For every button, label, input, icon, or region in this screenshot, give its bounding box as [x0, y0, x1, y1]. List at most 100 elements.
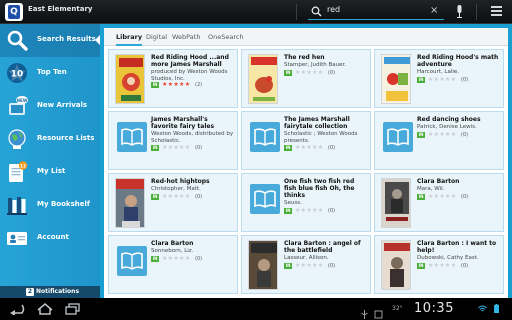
result-card[interactable]: Red-hot hightops Christopher, Matt. IN ★… — [108, 173, 238, 232]
result-meta: IN ★★★★★ (2) — [151, 81, 237, 88]
rating-stars: ★★★★★ — [428, 76, 457, 83]
tab-onesearch[interactable]: OneSearch — [208, 33, 244, 41]
availability-badge: IN — [284, 208, 292, 214]
home-icon[interactable] — [36, 303, 54, 315]
active-tab-indicator — [116, 44, 142, 46]
rating-stars: ★★★★★ — [295, 262, 324, 269]
notifications-bar[interactable]: 2 Notifications — [0, 286, 100, 298]
clock: 10:35 — [414, 301, 454, 316]
sidebar-item-label: Resource Lists — [37, 134, 95, 142]
sidebar-item-new-arrivals[interactable]: NEW New Arrivals — [0, 90, 100, 123]
review-count: (0) — [328, 70, 336, 76]
result-meta: IN ★★★★★ (0) — [284, 207, 370, 214]
back-icon[interactable] — [8, 303, 26, 315]
rating-stars: ★★★★★ — [428, 262, 457, 269]
tab-library[interactable]: Library — [116, 33, 142, 41]
notification-icon — [374, 304, 383, 319]
results-grid: Red Riding Hood ...and more James Marsha… — [108, 49, 504, 298]
availability-badge: IN — [284, 145, 292, 151]
generic-book-icon — [383, 122, 413, 152]
result-author: Stamper, Judith Bauer. — [284, 62, 347, 68]
action-bar: Q East Elementary red × — [0, 0, 512, 24]
result-title[interactable]: Red-hot hightops — [151, 178, 235, 185]
app-logo[interactable]: Q — [5, 3, 23, 21]
availability-badge: IN — [284, 263, 292, 269]
result-card[interactable]: Red Riding Hood's math adventure Harcour… — [374, 49, 504, 108]
sidebar-item-my-bookshelf[interactable]: My Bookshelf — [0, 189, 100, 222]
result-title[interactable]: Clara Barton — [151, 240, 235, 247]
globe-icon — [8, 129, 26, 149]
tab-digital[interactable]: Digital — [146, 33, 167, 41]
result-card[interactable]: Clara Barton : I want to help! Dubowski,… — [374, 235, 504, 294]
sidebar-item-top-ten[interactable]: 10 Top Ten — [0, 57, 100, 90]
result-card[interactable]: Red Riding Hood ...and more James Marsha… — [108, 49, 238, 108]
result-author: Sonneborn, Liz. — [151, 248, 194, 254]
book-cover — [381, 240, 411, 290]
result-meta: IN ★★★★★ (0) — [417, 193, 503, 200]
result-meta: IN ★★★★★ (0) — [151, 193, 237, 200]
result-card[interactable]: Red dancing shoes Patrick, Denise Lewis.… — [374, 111, 504, 170]
availability-badge: IN — [151, 194, 159, 200]
result-meta: IN ★★★★★ (0) — [151, 255, 237, 262]
rating-stars: ★★★★★ — [295, 207, 324, 214]
result-card[interactable]: The red hen Stamper, Judith Bauer. IN ★★… — [241, 49, 371, 108]
review-count: (0) — [195, 145, 203, 151]
result-title[interactable]: Clara Barton : angel of the battlefield — [284, 240, 368, 254]
result-title[interactable]: Red dancing shoes — [417, 116, 501, 123]
usb-icon — [360, 304, 369, 319]
result-card[interactable]: Clara Barton Mara, Wil. IN ★★★★★ (0) — [374, 173, 504, 232]
result-title[interactable]: The James Marshall fairytale collection — [284, 116, 368, 130]
book-cover — [115, 178, 145, 228]
sidebar: Search Results 10 Top Ten NEW New Arriva… — [0, 24, 101, 286]
clear-search-button[interactable]: × — [430, 5, 438, 17]
result-title[interactable]: Red Riding Hood ...and more James Marsha… — [151, 54, 235, 68]
result-card[interactable]: The James Marshall fairytale collection … — [241, 111, 371, 170]
review-count: (0) — [461, 132, 469, 138]
search-icon[interactable] — [311, 6, 322, 17]
sidebar-item-account[interactable]: Account — [0, 222, 100, 255]
rating-stars: ★★★★★ — [295, 69, 324, 76]
result-title[interactable]: James Marshall's favorite fairy tales — [151, 116, 235, 130]
search-input[interactable]: red — [327, 5, 340, 14]
sidebar-item-label: My List — [37, 167, 66, 175]
result-card[interactable]: One fish two fish red fish blue fish Oh,… — [241, 173, 371, 232]
availability-badge: IN — [284, 70, 292, 76]
result-meta: IN ★★★★★ (0) — [284, 262, 370, 269]
microphone-icon[interactable] — [456, 5, 463, 19]
top-ten-star-icon: 10 — [7, 63, 27, 83]
result-title[interactable]: Clara Barton — [417, 178, 501, 185]
top-ten-badge: 10 — [11, 70, 24, 80]
availability-badge: IN — [151, 82, 159, 88]
book-cover — [381, 178, 411, 228]
app-title: East Elementary — [28, 5, 93, 13]
result-card[interactable]: Clara Barton Sonneborn, Liz. IN ★★★★★ (0… — [108, 235, 238, 294]
result-author: Seuss. — [284, 200, 302, 206]
sidebar-item-label: New Arrivals — [37, 101, 88, 109]
recent-apps-icon[interactable] — [64, 303, 82, 315]
result-title[interactable]: The red hen — [284, 54, 368, 61]
result-card[interactable]: James Marshall's favorite fairy tales We… — [108, 111, 238, 170]
result-title[interactable]: Clara Barton : I want to help! — [417, 240, 501, 254]
result-card[interactable]: Clara Barton : angel of the battlefield … — [241, 235, 371, 294]
sidebar-item-resource-lists[interactable]: Resource Lists — [0, 123, 100, 156]
tab-webpath[interactable]: WebPath — [172, 33, 200, 41]
sidebar-item-my-list[interactable]: 12 My List — [0, 156, 100, 189]
result-meta: IN ★★★★★ (0) — [417, 76, 503, 83]
account-card-icon — [7, 232, 27, 245]
source-tabs: Library Digital WebPath OneSearch — [104, 28, 508, 46]
new-arrivals-icon: NEW — [9, 96, 28, 115]
review-count: (2) — [195, 82, 203, 88]
sidebar-item-search-results[interactable]: Search Results — [0, 24, 101, 57]
notifications-count: 2 — [26, 288, 34, 296]
review-count: (0) — [195, 256, 203, 262]
book-cover — [248, 240, 278, 290]
rating-stars: ★★★★★ — [162, 255, 191, 262]
result-title[interactable]: One fish two fish red fish blue fish Oh,… — [284, 178, 368, 199]
bookshelf-icon — [7, 197, 27, 215]
result-author: Lasseur, Allison. — [284, 255, 329, 261]
result-title[interactable]: Red Riding Hood's math adventure — [417, 54, 501, 68]
review-count: (0) — [328, 208, 336, 214]
generic-book-icon — [117, 246, 147, 276]
result-meta: IN ★★★★★ (0) — [284, 69, 370, 76]
overflow-menu-icon[interactable] — [491, 6, 502, 17]
